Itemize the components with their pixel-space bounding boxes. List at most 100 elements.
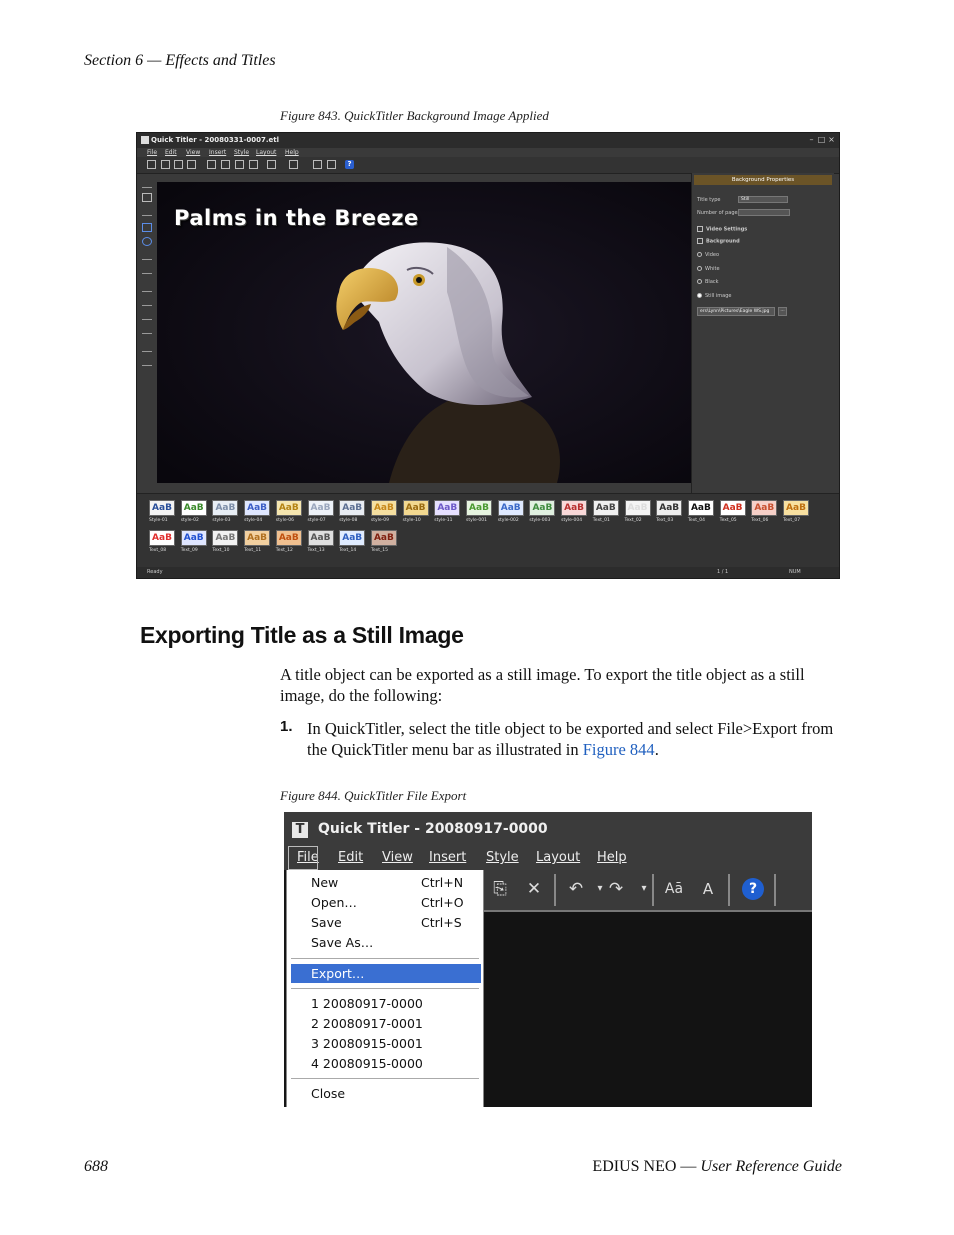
image-tool-icon[interactable] xyxy=(142,207,152,216)
style-swatch[interactable]: AaB xyxy=(307,530,334,546)
title-canvas[interactable]: Palms in the Breeze xyxy=(157,182,691,483)
style-swatch[interactable]: AaB xyxy=(592,500,619,516)
style-swatch[interactable]: AaB xyxy=(212,500,239,516)
style-item[interactable]: AaB Text_01 xyxy=(592,500,623,523)
table-icon[interactable] xyxy=(142,357,152,366)
delete-icon[interactable] xyxy=(249,160,258,169)
style-swatch[interactable]: AaB xyxy=(275,500,302,516)
style-swatch[interactable]: AaB xyxy=(339,530,366,546)
style-item[interactable]: AaB style-08 xyxy=(339,500,369,523)
image-path-field[interactable]: ers\Lynn\Pictures\Eagle WS.jpg xyxy=(697,307,775,316)
line-tool-icon[interactable] xyxy=(142,265,152,274)
menu-file[interactable]: File xyxy=(147,148,157,157)
style-swatch[interactable]: AaB xyxy=(339,500,366,516)
open-icon[interactable] xyxy=(161,160,170,169)
redo-icon[interactable]: ↷ xyxy=(606,879,626,899)
style-swatch[interactable]: AaB xyxy=(687,500,714,516)
menu-view[interactable]: View xyxy=(186,148,200,157)
menu-style[interactable]: Style xyxy=(234,148,249,157)
menu-item-export[interactable]: Export… xyxy=(311,966,364,981)
recent-file-2[interactable]: 2 20080917-0001 xyxy=(311,1016,423,1031)
cut-icon[interactable] xyxy=(207,160,216,169)
text-style-icon[interactable] xyxy=(313,160,322,169)
recent-file-4[interactable]: 4 20080915-0000 xyxy=(311,1056,423,1071)
browse-button[interactable]: ... xyxy=(778,307,787,316)
menu-edit[interactable]: Edit xyxy=(165,148,177,157)
option-black[interactable]: Black xyxy=(697,279,719,285)
style-item[interactable]: AaB style-02 xyxy=(180,500,211,523)
align-left-icon[interactable] xyxy=(142,283,152,292)
style-swatch[interactable]: AaB xyxy=(370,500,397,516)
style-swatch[interactable]: AaB xyxy=(180,500,207,516)
style-swatch[interactable]: AaB xyxy=(180,530,207,546)
menu-layout[interactable]: Layout xyxy=(536,850,580,865)
menu-style[interactable]: Style xyxy=(486,850,519,865)
style-swatch[interactable]: AaB xyxy=(307,500,334,516)
new-icon[interactable] xyxy=(147,160,156,169)
select-tool-icon[interactable] xyxy=(142,179,152,188)
style-swatch[interactable]: AaB xyxy=(719,500,746,516)
style-item[interactable]: AaB Text_13 xyxy=(307,530,338,553)
save-as-icon[interactable] xyxy=(187,160,196,169)
font-search-icon[interactable]: A xyxy=(698,879,718,899)
style-swatch[interactable]: AaB xyxy=(212,530,239,546)
close-icon[interactable]: × xyxy=(827,135,836,144)
style-item[interactable]: AaB style-09 xyxy=(370,500,401,523)
style-swatch[interactable]: AaB xyxy=(656,500,683,516)
menu-layout[interactable]: Layout xyxy=(256,148,276,157)
menu-edit[interactable]: Edit xyxy=(338,850,363,865)
style-swatch[interactable]: AaB xyxy=(529,500,556,516)
style-item[interactable]: AaB Text_09 xyxy=(180,530,211,553)
rectangle-tool-icon[interactable] xyxy=(142,223,152,232)
canvas-title-text[interactable]: Palms in the Breeze xyxy=(174,206,419,230)
style-item[interactable]: AaB style-001 xyxy=(466,500,496,523)
style-item[interactable]: AaB Text_02 xyxy=(624,500,655,523)
align-right-icon[interactable] xyxy=(142,311,152,320)
style-item[interactable]: AaB style-10 xyxy=(402,500,433,523)
style-item[interactable]: AaB style-03 xyxy=(212,500,242,523)
maximize-icon[interactable]: □ xyxy=(817,135,826,144)
triangle-tool-icon[interactable] xyxy=(142,251,152,260)
distribute-icon[interactable] xyxy=(142,325,152,334)
text-tool-icon[interactable] xyxy=(142,193,152,202)
style-swatch[interactable]: AaB xyxy=(624,500,651,516)
style-swatch[interactable]: AaB xyxy=(275,530,302,546)
menu-view[interactable]: View xyxy=(382,850,413,865)
style-item[interactable]: AaB Text_12 xyxy=(275,530,306,553)
style-item[interactable]: AaB style-04 xyxy=(244,500,274,523)
style-swatch[interactable]: AaB xyxy=(402,500,429,516)
style-swatch[interactable]: AaB xyxy=(244,500,271,516)
undo-icon[interactable]: ↶ xyxy=(566,879,586,899)
help-icon[interactable]: ? xyxy=(742,878,764,900)
pages-input[interactable] xyxy=(738,209,790,216)
redo-dropdown-icon[interactable]: ▾ xyxy=(634,879,654,899)
style-swatch[interactable]: AaB xyxy=(751,500,778,516)
style-swatch[interactable]: AaB xyxy=(149,530,175,546)
style-swatch[interactable]: AaB xyxy=(561,500,588,516)
option-video[interactable]: Video xyxy=(697,252,719,258)
text-style-icon[interactable]: Aā xyxy=(664,879,684,899)
style-item[interactable]: AaB style-07 xyxy=(307,500,338,523)
redo-icon[interactable] xyxy=(289,160,298,169)
style-item[interactable]: AaB style-11 xyxy=(434,500,464,523)
style-item[interactable]: AaB Text_07 xyxy=(783,500,813,523)
undo-icon[interactable] xyxy=(267,160,276,169)
paste-icon[interactable] xyxy=(235,160,244,169)
delete-icon[interactable]: ✕ xyxy=(524,879,544,899)
style-item[interactable]: AaB style-002 xyxy=(497,500,528,523)
font-search-icon[interactable] xyxy=(327,160,336,169)
option-white[interactable]: White xyxy=(697,266,720,272)
style-item[interactable]: AaB Text_03 xyxy=(656,500,686,523)
style-item[interactable]: AaB style-06 xyxy=(275,500,306,523)
menu-insert[interactable]: Insert xyxy=(209,148,226,157)
style-item[interactable]: AaB Text_11 xyxy=(244,530,274,553)
menu-item-new[interactable]: New xyxy=(311,875,338,890)
copy-icon[interactable] xyxy=(221,160,230,169)
help-icon[interactable]: ? xyxy=(345,160,354,169)
style-item[interactable]: AaB Text_14 xyxy=(339,530,369,553)
paste-icon[interactable]: ⎘ xyxy=(490,879,510,899)
style-item[interactable]: AaB Text_10 xyxy=(212,530,242,553)
style-item[interactable]: AaB Text_04 xyxy=(687,500,718,523)
style-swatch[interactable]: AaB xyxy=(244,530,271,546)
style-swatch[interactable]: AaB xyxy=(370,530,397,546)
